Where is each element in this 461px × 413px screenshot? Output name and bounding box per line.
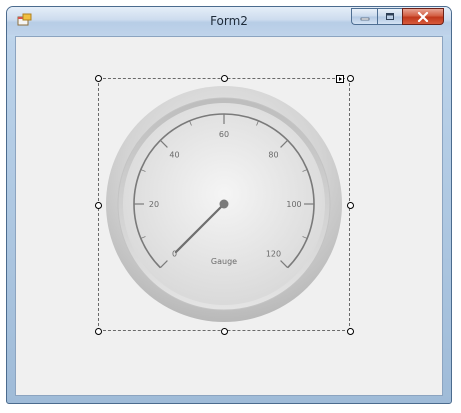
title-bar[interactable]: Form2	[7, 7, 451, 35]
maximize-icon	[386, 13, 394, 20]
caption-buttons	[351, 8, 444, 26]
minimize-button[interactable]	[351, 8, 377, 25]
resize-handle-left[interactable]	[95, 202, 102, 209]
resize-handle-bottom[interactable]	[221, 328, 228, 335]
close-button[interactable]	[402, 8, 444, 25]
resize-handle-top-right[interactable]	[347, 75, 354, 82]
close-icon	[417, 11, 429, 22]
resize-handle-bottom-right[interactable]	[347, 328, 354, 335]
resize-handle-right[interactable]	[347, 202, 354, 209]
smart-tag-button[interactable]	[336, 75, 344, 83]
designer-selection-frame	[98, 78, 350, 331]
smart-tag-arrow-icon	[339, 77, 342, 81]
maximize-button[interactable]	[377, 8, 402, 25]
resize-handle-bottom-left[interactable]	[95, 328, 102, 335]
form-window: Form2 0 20 40 60 80 100 120 Gauge	[6, 6, 452, 404]
resize-handle-top-left[interactable]	[95, 75, 102, 82]
form-client-area[interactable]: 0 20 40 60 80 100 120 Gauge	[15, 36, 443, 396]
resize-handle-top[interactable]	[221, 75, 228, 82]
minimize-icon	[360, 17, 369, 20]
